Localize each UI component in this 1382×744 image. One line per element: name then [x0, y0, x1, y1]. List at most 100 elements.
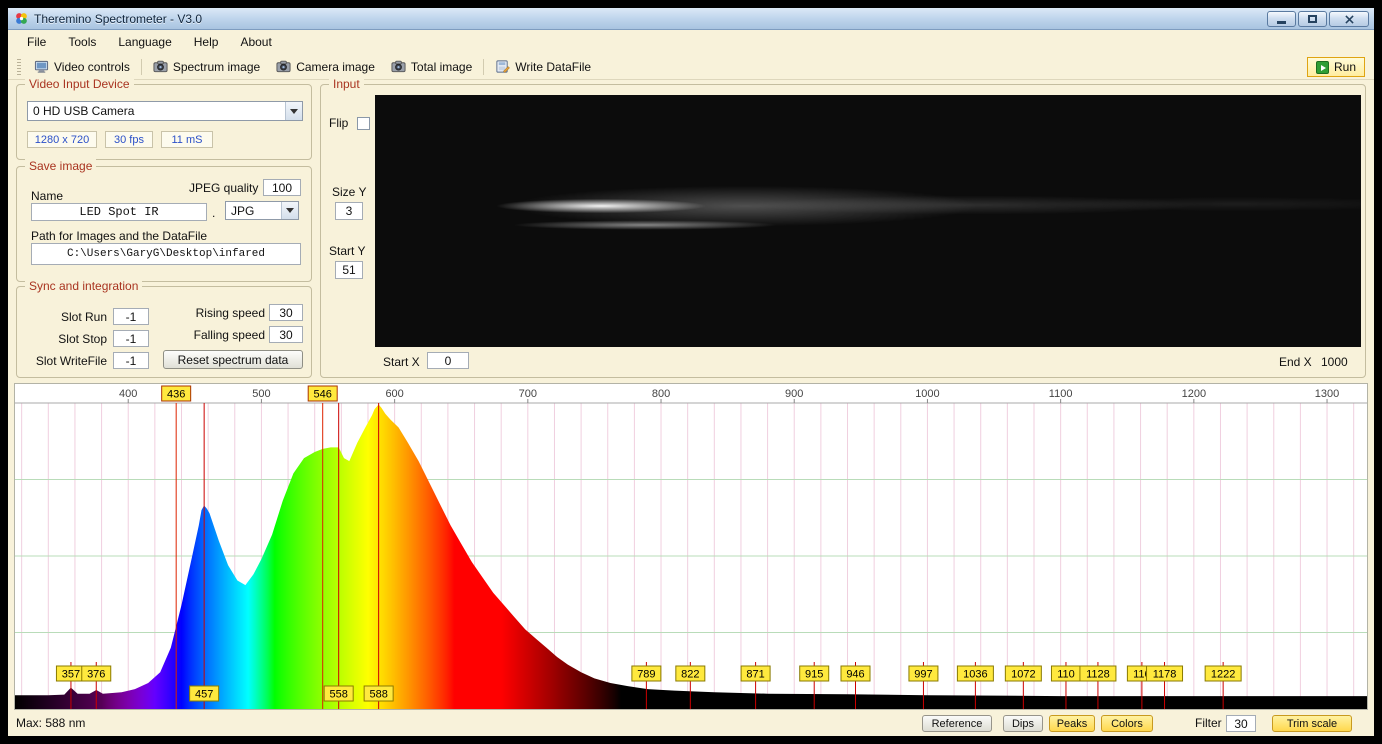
filter-field[interactable]: 30: [1226, 715, 1256, 732]
slot-writefile-field[interactable]: -1: [113, 352, 149, 369]
x-tick-label: 600: [385, 388, 403, 400]
image-format-select[interactable]: JPG: [225, 201, 299, 220]
toolbar-camera-image[interactable]: Camera image: [268, 57, 383, 76]
peak-label: 915: [805, 669, 823, 681]
run-label: Run: [1334, 60, 1356, 74]
slot-run-label: Slot Run: [21, 310, 107, 324]
toolbar-spectrum-image[interactable]: Spectrum image: [145, 57, 268, 76]
name-label: Name: [31, 189, 63, 203]
app-window: Theremino Spectrometer - V3.0 File Tools…: [0, 0, 1382, 744]
start-y-field[interactable]: 51: [335, 261, 363, 279]
save-image-group-label: Save image: [25, 159, 96, 173]
x-tick-label: 1200: [1182, 388, 1206, 400]
peak-label: 997: [914, 669, 932, 681]
input-group-label: Input: [329, 77, 364, 91]
dips-button[interactable]: Dips: [1003, 715, 1043, 732]
toolbar: Video controls Spectrum image Camera ima…: [8, 54, 1374, 80]
x-tick-label: 1100: [1049, 388, 1073, 400]
peak-label: 110: [1057, 669, 1075, 681]
close-button[interactable]: [1329, 11, 1369, 27]
light-streak-secondary: [480, 219, 810, 231]
jpeg-quality-field[interactable]: 100: [263, 179, 301, 196]
peak-label: 1072: [1011, 669, 1035, 681]
falling-speed-field[interactable]: 30: [269, 326, 303, 343]
frame-time-button[interactable]: 11 mS: [161, 131, 213, 148]
spectrum-chart-canvas: 4005006007008009001000110012001300436546…: [15, 384, 1367, 709]
trim-scale-button[interactable]: Trim scale: [1272, 715, 1352, 732]
window-controls: [1267, 11, 1369, 27]
resolution-button[interactable]: 1280 x 720: [27, 131, 97, 148]
maximize-button[interactable]: [1298, 11, 1327, 27]
slot-writefile-label: Slot WriteFile: [21, 354, 107, 368]
dropdown-arrow-icon: [281, 202, 298, 219]
start-x-field[interactable]: 0: [427, 352, 469, 369]
reset-spectrum-button[interactable]: Reset spectrum data: [163, 350, 303, 369]
peak-label: 1178: [1153, 669, 1177, 681]
colors-button[interactable]: Colors: [1101, 715, 1153, 732]
slot-stop-field[interactable]: -1: [113, 330, 149, 347]
menu-help[interactable]: Help: [183, 32, 230, 52]
peak-label: 1222: [1211, 669, 1235, 681]
titlebar: Theremino Spectrometer - V3.0: [8, 8, 1374, 30]
slot-stop-label: Slot Stop: [21, 332, 107, 346]
reference-button[interactable]: Reference: [922, 715, 992, 732]
falling-speed-label: Falling speed: [155, 328, 265, 342]
path-field[interactable]: C:\Users\GaryG\Desktop\infared: [31, 243, 301, 265]
video-controls-icon: [34, 59, 49, 74]
toolbar-write-datafile[interactable]: Write DataFile: [487, 57, 599, 76]
window-body: Theremino Spectrometer - V3.0 File Tools…: [8, 8, 1374, 736]
toolbar-label: Camera image: [296, 60, 375, 74]
peak-label: 457: [195, 689, 213, 701]
sync-group-label: Sync and integration: [25, 279, 142, 293]
video-input-group-label: Video Input Device: [25, 77, 134, 91]
menu-tools[interactable]: Tools: [57, 32, 107, 52]
size-y-label: Size Y: [332, 185, 366, 199]
app-icon: [14, 11, 29, 26]
toolbar-total-image[interactable]: Total image: [383, 57, 480, 76]
rising-speed-label: Rising speed: [155, 306, 265, 320]
peak-label: 357: [62, 669, 80, 681]
spectrum-chart[interactable]: 4005006007008009001000110012001300436546…: [14, 383, 1368, 710]
camera-icon: [276, 59, 291, 74]
video-input-group: Video Input Device 0 HD USB Camera 1280 …: [16, 84, 312, 160]
x-tick-label: 500: [252, 388, 270, 400]
flip-label: Flip: [329, 116, 348, 130]
light-streak-core: [470, 197, 732, 215]
size-y-field[interactable]: 3: [335, 202, 363, 220]
end-x-label: End X: [1279, 355, 1312, 369]
run-button[interactable]: Run: [1307, 57, 1365, 77]
image-name-field[interactable]: LED Spot IR: [31, 203, 207, 221]
end-x-value: 1000: [1321, 355, 1348, 369]
close-icon: [1345, 15, 1354, 24]
max-peak-readout: Max: 588 nm: [16, 716, 85, 730]
peak-label: 946: [846, 669, 864, 681]
x-tick-label: 1000: [915, 388, 939, 400]
slot-run-field[interactable]: -1: [113, 308, 149, 325]
toolbar-video-controls[interactable]: Video controls: [26, 57, 138, 76]
peak-label: 789: [637, 669, 655, 681]
toolbar-separator: [141, 59, 142, 75]
rising-speed-field[interactable]: 30: [269, 304, 303, 321]
menu-file[interactable]: File: [16, 32, 57, 52]
image-format-value: JPG: [226, 204, 281, 218]
menu-bar: File Tools Language Help About: [8, 30, 1374, 54]
x-tick-label: 800: [652, 388, 670, 400]
peak-label: 558: [330, 689, 348, 701]
menu-language[interactable]: Language: [107, 32, 182, 52]
peak-label: 546: [314, 389, 332, 401]
filter-label: Filter: [1195, 716, 1222, 730]
video-device-select[interactable]: 0 HD USB Camera: [27, 101, 303, 121]
minimize-button[interactable]: [1267, 11, 1296, 27]
camera-icon: [391, 59, 406, 74]
jpeg-quality-label: JPEG quality: [189, 181, 258, 195]
video-device-value: 0 HD USB Camera: [28, 104, 285, 118]
x-tick-label: 700: [519, 388, 537, 400]
maximize-icon: [1308, 15, 1317, 23]
flip-checkbox[interactable]: [357, 117, 370, 130]
peak-label: 376: [87, 669, 105, 681]
menu-about[interactable]: About: [229, 32, 282, 52]
name-extension-dot: .: [212, 206, 215, 220]
toolbar-label: Write DataFile: [515, 60, 591, 74]
peaks-button[interactable]: Peaks: [1049, 715, 1095, 732]
fps-button[interactable]: 30 fps: [105, 131, 153, 148]
